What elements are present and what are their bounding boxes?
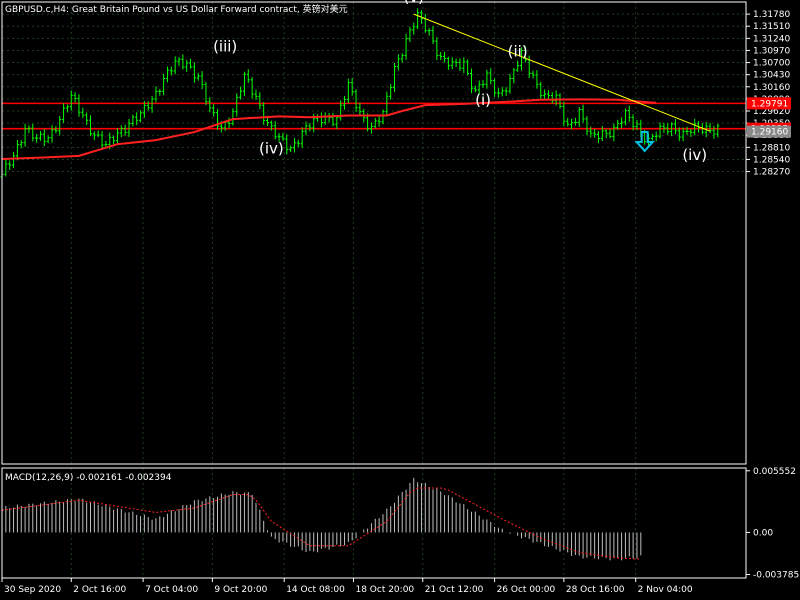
time-tick-label: 26 Oct 00:00 bbox=[497, 585, 556, 595]
price-mark-label: 1.29791 bbox=[751, 99, 788, 109]
chart-background bbox=[0, 0, 800, 600]
price-tick-label: 1.28810 bbox=[753, 143, 790, 153]
time-tick-label: 30 Sep 2020 bbox=[4, 585, 61, 595]
macd-tick-label: 0.00 bbox=[753, 528, 773, 538]
time-tick-label: 21 Oct 12:00 bbox=[425, 585, 484, 595]
price-tick-label: 1.28270 bbox=[753, 168, 790, 178]
price-tick-label: 1.31240 bbox=[753, 34, 790, 44]
time-tick-label: 18 Oct 20:00 bbox=[355, 585, 414, 595]
time-tick-label: 2 Oct 16:00 bbox=[73, 585, 126, 595]
price-tick-label: 1.31780 bbox=[753, 10, 790, 20]
time-tick-label: 2 Nov 04:00 bbox=[638, 585, 693, 595]
price-tick-label: 1.28540 bbox=[753, 155, 790, 165]
macd-tick-label: -0.003785 bbox=[753, 571, 799, 581]
price-tick-label: 1.30160 bbox=[753, 83, 790, 93]
time-tick-label: 28 Oct 16:00 bbox=[566, 585, 625, 595]
trading-chart[interactable]: (v) (iii) (ii) (i) (iv) (iv) 1.31780 1.31510 1.… bbox=[0, 0, 800, 600]
time-tick-label: 9 Oct 20:00 bbox=[214, 585, 267, 595]
price-tick-label: 1.30970 bbox=[753, 46, 790, 56]
time-tick-label: 7 Oct 04:00 bbox=[145, 585, 198, 595]
price-mark-label: 1.29160 bbox=[751, 128, 788, 138]
price-tick-label: 1.30700 bbox=[753, 59, 790, 69]
time-tick-label: 14 Oct 08:00 bbox=[286, 585, 345, 595]
macd-tick-label: 0.005552 bbox=[753, 467, 796, 477]
chart-title: GBPUSD.c,H4: Great Britain Pound vs US D… bbox=[5, 3, 348, 15]
macd-title: MACD(12,26,9) -0.002161 -0.002394 bbox=[5, 473, 172, 483]
price-tick-label: 1.30430 bbox=[753, 71, 790, 81]
wave-label: (ii) bbox=[508, 42, 528, 60]
wave-label: (iv) bbox=[259, 140, 284, 158]
wave-label: (iii) bbox=[213, 37, 237, 55]
wave-label: (i) bbox=[475, 91, 491, 109]
price-tick-label: 1.31510 bbox=[753, 22, 790, 32]
wave-label: (iv) bbox=[682, 146, 707, 164]
wave-label: (v) bbox=[403, 0, 424, 6]
